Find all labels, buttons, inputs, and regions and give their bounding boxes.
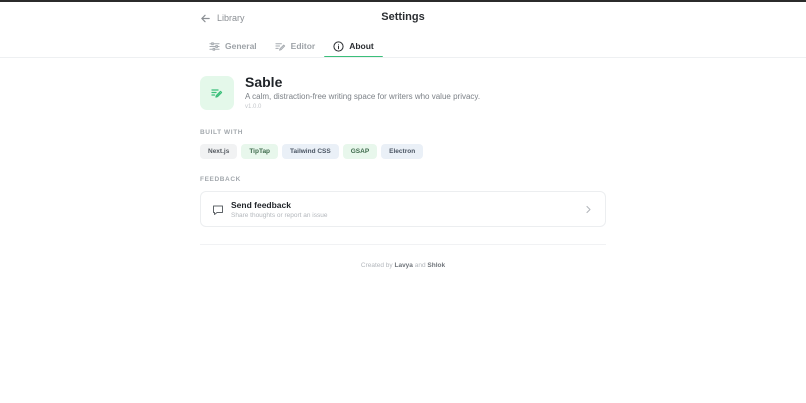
tech-chip: Next.js (200, 144, 238, 159)
feedback-heading: FEEDBACK (200, 176, 241, 183)
tech-chip: GSAP (342, 144, 378, 159)
sliders-icon (209, 41, 220, 51)
chevron-right-icon (586, 205, 591, 214)
built-with-heading: BUILT WITH (200, 129, 244, 136)
message-square-icon (213, 205, 223, 215)
page-title: Settings (381, 11, 425, 23)
tab-general-label: General (225, 41, 257, 51)
app-icon-tile (200, 76, 234, 110)
footer-divider (200, 244, 606, 245)
tab-editor-label: Editor (290, 41, 316, 51)
tabs-divider (0, 57, 806, 58)
credits-author: Lavya (394, 262, 413, 269)
tab-bar: General Editor About (200, 35, 383, 58)
app-description: A calm, distraction-free writing space f… (245, 92, 481, 101)
tech-chip: Electron (381, 144, 424, 159)
credits: Created by Lavya and Shlok (0, 262, 806, 269)
credits-prefix: Created by (360, 262, 393, 269)
send-feedback-subtitle: Share thoughts or report an issue (231, 212, 328, 219)
tab-editor[interactable]: Editor (266, 35, 325, 57)
tech-chips: Next.js TipTap Tailwind CSS GSAP Electro… (200, 144, 424, 159)
tab-about-label: About (349, 41, 374, 51)
credits-author: Shlok (427, 262, 446, 269)
window-top-border (0, 0, 806, 2)
tech-chip: Tailwind CSS (282, 144, 339, 159)
pen-lines-icon (275, 42, 285, 51)
tab-general[interactable]: General (200, 35, 266, 57)
send-feedback-card[interactable]: Send feedback Share thoughts or report a… (200, 191, 606, 227)
pen-lines-icon (211, 89, 223, 98)
send-feedback-title: Send feedback (231, 200, 291, 210)
app-name: Sable (245, 74, 283, 90)
tab-about[interactable]: About (324, 35, 383, 58)
tech-chip: TipTap (241, 144, 279, 159)
app-version: v1.0.0 (245, 104, 262, 110)
credits-joiner: and (414, 262, 426, 269)
info-circle-icon (333, 40, 344, 52)
